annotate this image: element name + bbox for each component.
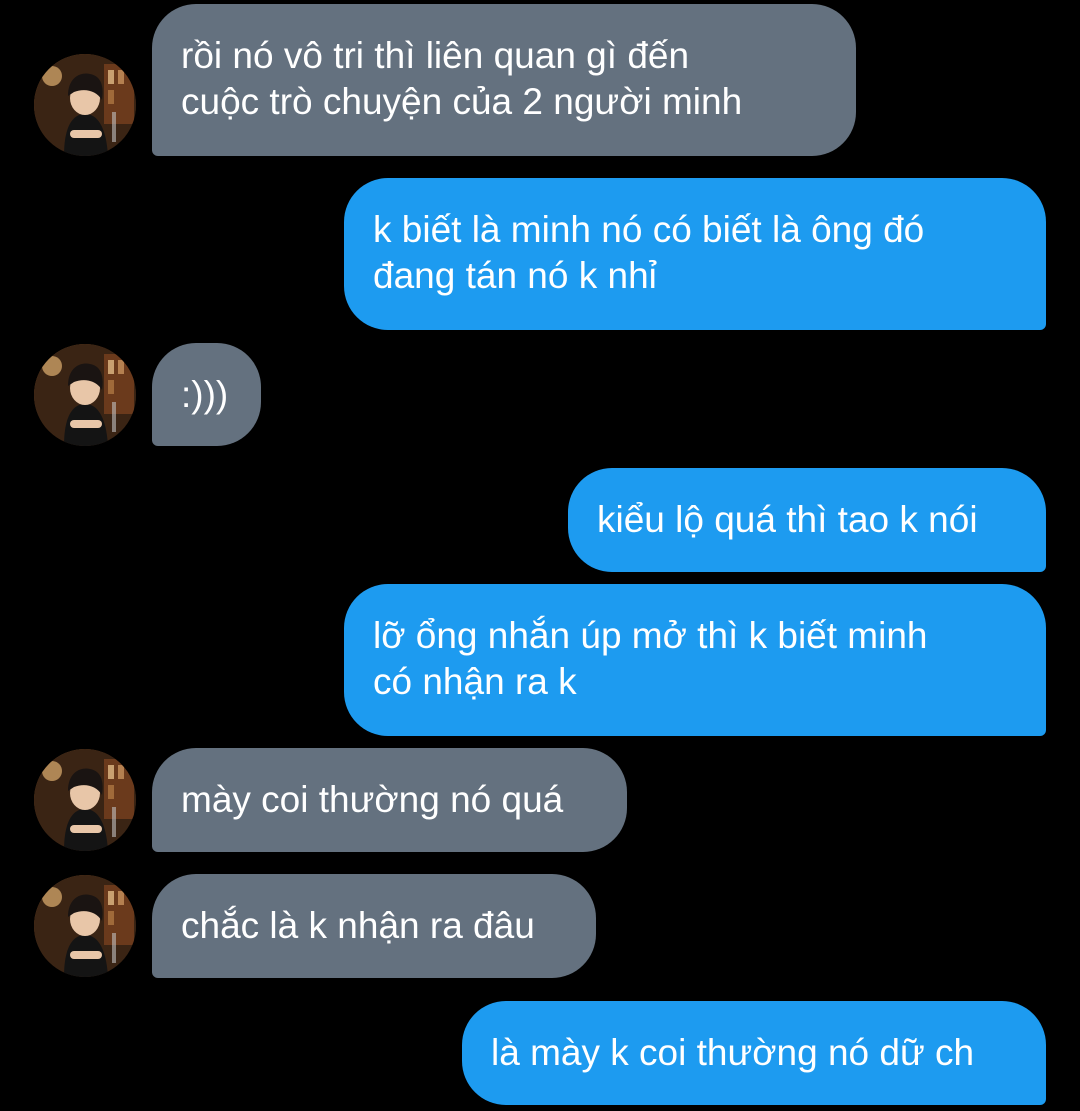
message-bubble-outgoing[interactable]: kiểu lộ quá thì tao k nói — [568, 468, 1046, 572]
message-text: có nhận ra k — [373, 661, 577, 702]
contact-avatar[interactable] — [34, 54, 136, 156]
message-text: đang tán nó k nhỉ — [373, 255, 657, 296]
message-bubble-outgoing[interactable]: là mày k coi thường nó dữ ch — [462, 1001, 1046, 1105]
message-text: chắc là k nhận ra đâu — [181, 905, 535, 946]
contact-avatar[interactable] — [34, 749, 136, 851]
avatar-photo-icon — [34, 344, 136, 446]
message-text: là mày k coi thường nó dữ ch — [491, 1032, 975, 1073]
message-text: :))) — [181, 374, 229, 415]
message-text: lỡ ổng nhắn úp mở thì k biết minh — [373, 615, 928, 656]
message-text: cuộc trò chuyện của 2 người minh — [181, 81, 743, 122]
avatar-photo-icon — [34, 54, 136, 156]
message-bubble-outgoing[interactable]: k biết là minh nó có biết là ông đó đang… — [344, 178, 1046, 330]
message-text: k biết là minh nó có biết là ông đó — [373, 209, 925, 250]
message-bubble-incoming[interactable]: mày coi thường nó quá — [152, 748, 627, 852]
message-text: kiểu lộ quá thì tao k nói — [597, 499, 978, 540]
message-text: rồi nó vô tri thì liên quan gì đến — [181, 35, 690, 76]
avatar-photo-icon — [34, 749, 136, 851]
contact-avatar[interactable] — [34, 875, 136, 977]
message-thread[interactable]: rồi nó vô tri thì liên quan gì đến cuộc … — [0, 0, 1080, 1111]
message-bubble-outgoing[interactable]: lỡ ổng nhắn úp mở thì k biết minh có nhậ… — [344, 584, 1046, 736]
message-bubble-incoming[interactable]: :))) — [152, 343, 261, 446]
message-bubble-incoming[interactable]: chắc là k nhận ra đâu — [152, 874, 596, 978]
message-bubble-incoming[interactable]: rồi nó vô tri thì liên quan gì đến cuộc … — [152, 4, 856, 156]
message-text: mày coi thường nó quá — [181, 779, 564, 820]
avatar-photo-icon — [34, 875, 136, 977]
contact-avatar[interactable] — [34, 344, 136, 446]
